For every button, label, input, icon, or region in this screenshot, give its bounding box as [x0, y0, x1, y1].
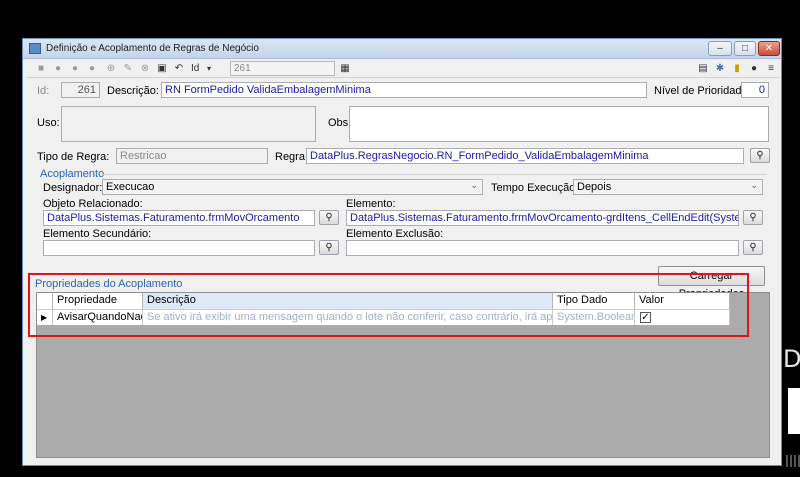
edit-record-icon[interactable]: ✎ [122, 63, 134, 75]
elemento-secundario-field[interactable] [43, 240, 315, 256]
binoculars-icon: ⚲ [749, 242, 757, 253]
prioridade-field[interactable]: 0 [741, 82, 769, 98]
background-block [788, 388, 800, 434]
regra-label: Regra: [275, 151, 309, 163]
uso-label: Uso: [37, 117, 60, 129]
first-record-icon[interactable]: ■ [35, 63, 47, 75]
regra-field[interactable]: DataPlus.RegrasNegocio.RN_FormPedido_Val… [306, 148, 744, 164]
previous-record-icon[interactable]: ● [52, 63, 64, 75]
last-record-icon[interactable]: ● [86, 63, 98, 75]
id-dropdown-icon[interactable]: ▾ [203, 63, 215, 75]
elemento-exclusao-field[interactable] [346, 240, 739, 256]
menu-icon[interactable]: ≡ [765, 63, 777, 75]
binoculars-icon: ⚲ [325, 242, 333, 253]
obs-field[interactable] [349, 106, 769, 142]
objeto-search-button[interactable]: ⚲ [319, 210, 339, 225]
window-title: Definição e Acoplamento de Regras de Neg… [46, 43, 259, 54]
acoplamento-title: Acoplamento [40, 168, 105, 180]
acoplamento-divider [103, 174, 767, 175]
minimize-button[interactable]: – [708, 41, 732, 56]
elemento-label: Elemento: [346, 198, 396, 210]
background-bar [786, 455, 800, 467]
binoculars-icon: ⚲ [325, 212, 333, 223]
descricao-label: Descrição: [107, 85, 159, 97]
exclusao-search-button[interactable]: ⚲ [743, 240, 763, 255]
prioridade-label: Nível de Prioridade: [654, 85, 751, 97]
main-window: Definição e Acoplamento de Regras de Neg… [22, 38, 782, 466]
toolbar-id-input[interactable]: 261 [230, 61, 335, 76]
tempo-execucao-select[interactable]: Depois ⌄ [573, 179, 763, 195]
objeto-relacionado-field[interactable]: DataPlus.Sistemas.Faturamento.frmMovOrca… [43, 210, 315, 226]
binoculars-icon: ⚲ [749, 212, 757, 223]
tipo-regra-label: Tipo de Regra: [37, 151, 110, 163]
background-text: D [783, 345, 800, 373]
new-record-icon[interactable]: ⊕ [105, 63, 117, 75]
annotation-highlight-box [28, 273, 749, 337]
tools-icon[interactable]: ✱ [714, 63, 726, 75]
chevron-down-icon: ⌄ [470, 180, 478, 190]
elemento-field[interactable]: DataPlus.Sistemas.Faturamento.frmMovOrca… [346, 210, 739, 226]
undo-icon[interactable]: ↶ [173, 63, 185, 75]
notes-icon[interactable]: ▮ [731, 63, 743, 75]
designador-label: Designador: [43, 182, 103, 194]
minimize-icon: – [717, 43, 723, 54]
elemento-secundario-label: Elemento Secundário: [43, 228, 152, 240]
regra-search-button[interactable]: ⚲ [750, 148, 770, 163]
user-icon[interactable]: ● [748, 63, 760, 75]
next-record-icon[interactable]: ● [69, 63, 81, 75]
app-icon [29, 43, 41, 54]
elemento-search-button[interactable]: ⚲ [743, 210, 763, 225]
close-icon: ✕ [764, 43, 774, 54]
toolbar-id-label: Id [191, 63, 200, 74]
id-field[interactable]: 261 [61, 82, 100, 98]
binoculars-icon: ⚲ [756, 150, 764, 161]
objeto-relacionado-label: Objeto Relacionado: [43, 198, 143, 210]
chevron-down-icon: ⌄ [750, 180, 758, 190]
id-label: Id: [37, 85, 50, 97]
descricao-field[interactable]: RN FormPedido ValidaEmbalagemMinima [161, 82, 647, 98]
title-bar[interactable]: Definição e Acoplamento de Regras de Neg… [23, 39, 781, 59]
uso-field[interactable] [61, 106, 316, 142]
save-icon[interactable]: ▣ [156, 63, 168, 75]
report-icon[interactable]: ▤ [697, 63, 709, 75]
close-button[interactable]: ✕ [758, 41, 780, 56]
elemento-exclusao-label: Elemento Exclusão: [346, 228, 444, 240]
tempo-execucao-label: Tempo Execução: [491, 182, 579, 194]
tempo-execucao-value: Depois [577, 181, 612, 193]
calculator-icon[interactable]: ▦ [339, 63, 351, 75]
designador-value: Execucao [106, 181, 155, 193]
maximize-button[interactable]: □ [734, 41, 756, 56]
maximize-icon: □ [741, 43, 749, 54]
toolbar: ■ ● ● ● ⊕ ✎ ⊗ ▣ ↶ Id ▾ 261 ▦ ▤ ✱ ▮ ● ≡ [27, 60, 779, 78]
secundario-search-button[interactable]: ⚲ [319, 240, 339, 255]
designador-select[interactable]: Execucao ⌄ [102, 179, 483, 195]
obs-label: Obs: [328, 117, 352, 129]
delete-record-icon[interactable]: ⊗ [139, 63, 151, 75]
tipo-regra-field[interactable]: Restricao [116, 148, 268, 164]
